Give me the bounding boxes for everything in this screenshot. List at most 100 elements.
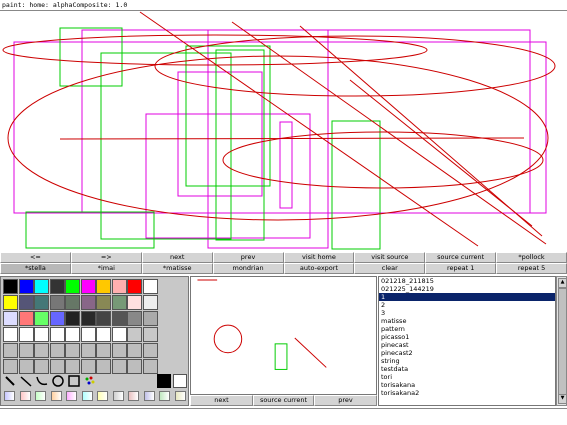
empty-swatch[interactable] <box>96 359 111 374</box>
color-swatch[interactable] <box>65 311 80 326</box>
brush-swatch[interactable] <box>50 391 62 401</box>
empty-swatch[interactable] <box>111 359 127 374</box>
color-swatch[interactable] <box>65 295 80 310</box>
empty-swatch[interactable] <box>49 343 65 358</box>
brush-swatch[interactable] <box>35 391 46 401</box>
color-swatch[interactable] <box>80 279 96 294</box>
color-swatch[interactable] <box>96 279 111 294</box>
foreground-color[interactable] <box>157 374 171 388</box>
color-swatch[interactable] <box>111 279 127 294</box>
file-list-item[interactable]: 021218_211815 <box>379 277 555 285</box>
file-list-item[interactable]: picasso1 <box>379 333 555 341</box>
color-swatch[interactable] <box>34 327 49 342</box>
empty-swatch[interactable] <box>3 343 18 358</box>
empty-swatch[interactable] <box>111 343 127 358</box>
brush-swatch[interactable] <box>143 391 155 401</box>
color-swatch[interactable] <box>127 295 142 310</box>
brush-swatch[interactable] <box>128 391 139 401</box>
empty-swatch[interactable] <box>34 359 49 374</box>
file-list-item[interactable]: torisakana <box>379 381 555 389</box>
file-list-item[interactable]: tori <box>379 373 555 381</box>
file-list-item[interactable]: matisse <box>379 317 555 325</box>
empty-swatch[interactable] <box>142 343 158 358</box>
empty-swatch[interactable] <box>65 359 80 374</box>
empty-swatch[interactable] <box>80 343 96 358</box>
empty-swatch[interactable] <box>142 359 158 374</box>
color-swatch[interactable] <box>127 327 142 342</box>
forward-button[interactable]: => <box>70 252 142 263</box>
file-list-item[interactable]: 1 <box>379 293 555 301</box>
brush-swatch[interactable] <box>159 391 170 401</box>
stella-button[interactable]: *stella <box>0 263 71 274</box>
brush-swatch[interactable] <box>97 391 108 401</box>
file-list-item[interactable]: testdata <box>379 365 555 373</box>
empty-swatch[interactable] <box>80 359 96 374</box>
matisse-button[interactable]: *matisse <box>141 263 213 274</box>
color-swatch[interactable] <box>49 327 65 342</box>
color-swatch[interactable] <box>49 311 65 326</box>
color-swatch[interactable] <box>3 279 18 294</box>
color-swatch[interactable] <box>49 279 65 294</box>
color-swatch[interactable] <box>3 327 18 342</box>
scroll-down-icon[interactable]: ▼ <box>558 394 567 404</box>
background-color[interactable] <box>173 374 187 388</box>
file-list-item[interactable]: 3 <box>379 309 555 317</box>
color-swatch[interactable] <box>96 295 111 310</box>
visit-source-button[interactable]: visit source <box>354 252 426 263</box>
prev-button[interactable]: prev <box>212 252 284 263</box>
file-list-item[interactable]: string <box>379 357 555 365</box>
empty-swatch[interactable] <box>3 359 18 374</box>
rectangle-icon[interactable] <box>67 374 81 388</box>
preview-source-current-button[interactable]: source current <box>253 395 314 406</box>
spray-icon[interactable] <box>83 374 97 388</box>
color-swatch[interactable] <box>80 327 96 342</box>
back-button[interactable]: <= <box>0 252 71 263</box>
file-list-item[interactable]: 021225_144219 <box>379 285 555 293</box>
brush-swatch[interactable] <box>81 391 93 401</box>
file-list-scrollbar[interactable]: ▲ ▼ <box>556 276 567 406</box>
empty-swatch[interactable] <box>18 343 34 358</box>
empty-swatch[interactable] <box>96 343 111 358</box>
color-swatch[interactable] <box>127 311 142 326</box>
color-swatch[interactable] <box>34 295 49 310</box>
color-swatch[interactable] <box>96 311 111 326</box>
empty-swatch[interactable] <box>34 343 49 358</box>
color-swatch[interactable] <box>142 327 158 342</box>
color-swatch[interactable] <box>111 295 127 310</box>
color-swatch[interactable] <box>18 327 34 342</box>
empty-swatch[interactable] <box>18 359 34 374</box>
auto-export-button[interactable]: auto-export <box>283 263 355 274</box>
empty-swatch[interactable] <box>127 343 142 358</box>
color-swatch[interactable] <box>142 311 158 326</box>
color-swatch[interactable] <box>3 295 18 310</box>
empty-swatch[interactable] <box>65 343 80 358</box>
brush-swatch[interactable] <box>19 391 31 401</box>
line-icon[interactable] <box>19 374 33 388</box>
color-swatch[interactable] <box>49 295 65 310</box>
file-list-item[interactable]: 2 <box>379 301 555 309</box>
color-swatch[interactable] <box>111 327 127 342</box>
brush-swatch[interactable] <box>66 391 77 401</box>
imai-button[interactable]: *imai <box>70 263 142 274</box>
curve-icon[interactable] <box>35 374 49 388</box>
color-swatch[interactable] <box>34 311 49 326</box>
color-swatch[interactable] <box>80 295 96 310</box>
color-swatch[interactable] <box>18 311 34 326</box>
file-list-item[interactable]: pinecast2 <box>379 349 555 357</box>
repeat-5-button[interactable]: repeat 5 <box>496 263 567 274</box>
color-swatch[interactable] <box>65 279 80 294</box>
file-list-item[interactable]: pattern <box>379 325 555 333</box>
preview-prev-button[interactable]: prev <box>314 395 377 406</box>
color-swatch[interactable] <box>142 279 158 294</box>
file-list-item[interactable]: pinecast <box>379 341 555 349</box>
brush-swatch[interactable] <box>112 391 124 401</box>
color-swatch[interactable] <box>80 311 96 326</box>
brush-swatch[interactable] <box>4 391 15 401</box>
pencil-icon[interactable] <box>3 374 17 388</box>
preview-next-button[interactable]: next <box>190 395 253 406</box>
color-swatch[interactable] <box>65 327 80 342</box>
color-swatch[interactable] <box>111 311 127 326</box>
scroll-up-icon[interactable]: ▲ <box>558 278 567 288</box>
repeat-1-button[interactable]: repeat 1 <box>425 263 497 274</box>
color-swatch[interactable] <box>142 295 158 310</box>
